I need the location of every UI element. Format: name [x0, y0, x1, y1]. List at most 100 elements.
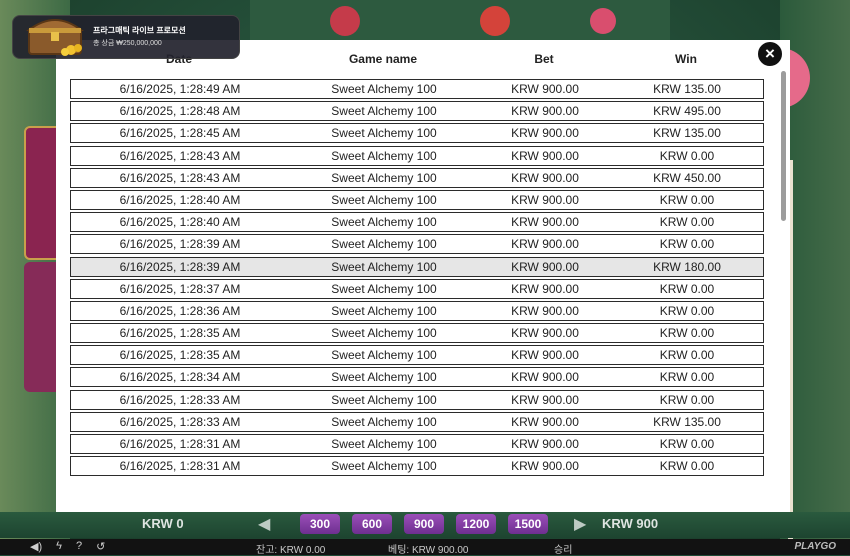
cell-bet: KRW 900.00 [511, 281, 579, 296]
cell-win: KRW 0.00 [659, 459, 715, 474]
cell-date: 6/16/2025, 1:28:45 AM [119, 126, 241, 141]
top-candy-1 [330, 6, 360, 36]
cell-game: Sweet Alchemy 100 [331, 437, 437, 451]
cell-game: Sweet Alchemy 100 [331, 82, 437, 96]
table-row[interactable]: 6/16/2025, 1:28:34 AM Sweet Alchemy 100 KR… [70, 367, 764, 388]
bet-chip-1200[interactable]: 1200 [456, 514, 496, 534]
table-row[interactable]: 6/16/2025, 1:28:35 AM Sweet Alchemy 100 KR… [70, 323, 764, 344]
history-icon[interactable]: ↺ [96, 540, 105, 553]
cell-bet: KRW 900.00 [511, 82, 579, 96]
cell-game: Sweet Alchemy 100 [331, 148, 437, 163]
cell-bet: KRW 900.00 [511, 303, 579, 318]
table-row[interactable]: 6/16/2025, 1:28:45 AM Sweet Alchemy 100 KR… [70, 123, 764, 144]
table-row[interactable]: 6/16/2025, 1:28:40 AM Sweet Alchemy 100 KR… [70, 189, 764, 210]
cell-win: KRW 495.00 [653, 104, 721, 119]
cell-bet: KRW 900.00 [511, 215, 579, 230]
table-row[interactable]: 6/16/2025, 1:28:40 AM Sweet Alchemy 100 KR… [70, 212, 764, 233]
cell-win: KRW 135.00 [653, 82, 721, 96]
cell-game: Sweet Alchemy 100 [331, 104, 437, 119]
table-row[interactable]: 6/16/2025, 1:28:33 AM Sweet Alchemy 100 KR… [70, 411, 764, 432]
cell-bet: KRW 900.00 [511, 437, 579, 451]
cell-bet: KRW 900.00 [511, 348, 579, 363]
cell-date: 6/16/2025, 1:28:39 AM [119, 237, 241, 252]
cell-bet: KRW 900.00 [511, 126, 579, 141]
provider-logo: PLAYGO [794, 541, 836, 552]
cell-bet: KRW 900.00 [511, 192, 579, 207]
header-game: Game name [348, 52, 418, 66]
cell-date: 6/16/2025, 1:28:31 AM [119, 459, 241, 474]
cell-bet: KRW 900.00 [511, 392, 579, 407]
cell-date: 6/16/2025, 1:28:37 AM [119, 281, 241, 296]
bet-chip-600[interactable]: 600 [352, 514, 392, 534]
cell-win: KRW 135.00 [653, 126, 721, 141]
lightning-icon[interactable]: ϟ [56, 540, 62, 553]
table-row[interactable]: 6/16/2025, 1:28:39 AM Sweet Alchemy 100 KR… [70, 256, 764, 277]
cell-bet: KRW 900.00 [511, 459, 579, 474]
cell-game: Sweet Alchemy 100 [331, 414, 437, 429]
bet-chip-300[interactable]: 300 [300, 514, 340, 534]
treasure-chest-icon [26, 19, 84, 56]
cell-date: 6/16/2025, 1:28:40 AM [119, 192, 241, 207]
cell-date: 6/16/2025, 1:28:48 AM [119, 104, 241, 119]
cell-bet: KRW 900.00 [511, 104, 579, 119]
cell-game: Sweet Alchemy 100 [331, 215, 437, 230]
cell-game: Sweet Alchemy 100 [331, 326, 437, 341]
cell-game: Sweet Alchemy 100 [331, 392, 437, 407]
close-icon: × [765, 44, 775, 63]
table-row[interactable]: 6/16/2025, 1:28:31 AM Sweet Alchemy 100 KR… [70, 434, 764, 454]
cell-win: KRW 0.00 [659, 437, 715, 451]
cell-date: 6/16/2025, 1:28:34 AM [119, 370, 241, 385]
bet-chip-1500[interactable]: 1500 [508, 514, 548, 534]
cell-date: 6/16/2025, 1:28:40 AM [119, 215, 241, 230]
top-candy-2 [480, 6, 510, 36]
history-rows: 6/16/2025, 1:28:49 AM Sweet Alchemy 100 KR… [70, 79, 764, 478]
cell-game: Sweet Alchemy 100 [331, 192, 437, 207]
promo-prize: 총 상금 ₩250,000,000 [93, 40, 162, 47]
cell-game: Sweet Alchemy 100 [331, 459, 437, 474]
table-row[interactable]: 6/16/2025, 1:28:43 AM Sweet Alchemy 100 KR… [70, 145, 764, 166]
cell-bet: KRW 900.00 [511, 170, 579, 185]
cell-win: KRW 0.00 [659, 281, 715, 296]
cell-game: Sweet Alchemy 100 [331, 237, 437, 252]
table-row[interactable]: 6/16/2025, 1:28:49 AM Sweet Alchemy 100 KR… [70, 79, 764, 99]
cell-game: Sweet Alchemy 100 [331, 348, 437, 363]
close-button[interactable]: × [756, 40, 784, 68]
table-row[interactable]: 6/16/2025, 1:28:31 AM Sweet Alchemy 100 KR… [70, 456, 764, 477]
cell-date: 6/16/2025, 1:28:33 AM [119, 414, 241, 429]
cell-win: KRW 0.00 [659, 192, 715, 207]
promo-title: 프라그매틱 라이브 프로모션 [93, 26, 186, 35]
chip-left-arrow-icon[interactable]: ◀ [258, 514, 270, 534]
table-row[interactable]: 6/16/2025, 1:28:39 AM Sweet Alchemy 100 KR… [70, 234, 764, 255]
cell-game: Sweet Alchemy 100 [331, 170, 437, 185]
cell-date: 6/16/2025, 1:28:39 AM [119, 259, 241, 274]
cell-win: KRW 0.00 [659, 215, 715, 230]
table-row[interactable]: 6/16/2025, 1:28:43 AM Sweet Alchemy 100 KR… [70, 167, 764, 188]
table-row[interactable]: 6/16/2025, 1:28:33 AM Sweet Alchemy 100 KR… [70, 389, 764, 410]
cell-win: KRW 0.00 [659, 392, 715, 407]
cell-bet: KRW 900.00 [511, 370, 579, 385]
question-icon[interactable]: ? [76, 540, 82, 553]
cell-bet: KRW 900.00 [511, 326, 579, 341]
table-row[interactable]: 6/16/2025, 1:28:37 AM Sweet Alchemy 100 KR… [70, 278, 764, 299]
cell-win: KRW 0.00 [659, 148, 715, 163]
top-candy-3 [590, 8, 616, 34]
cell-game: Sweet Alchemy 100 [331, 126, 437, 141]
cell-win: KRW 0.00 [659, 348, 715, 363]
table-row[interactable]: 6/16/2025, 1:28:35 AM Sweet Alchemy 100 KR… [70, 345, 764, 366]
table-row[interactable]: 6/16/2025, 1:28:48 AM Sweet Alchemy 100 KR… [70, 101, 764, 122]
cell-date: 6/16/2025, 1:28:35 AM [119, 326, 241, 341]
header-win: Win [675, 52, 697, 66]
cell-win: KRW 0.00 [659, 303, 715, 318]
bet-text: 베팅: KRW 900.00 [388, 545, 469, 556]
cell-win: KRW 135.00 [653, 414, 721, 429]
chip-right-arrow-icon[interactable]: ▶ [574, 514, 586, 534]
promotion-toast[interactable]: 프라그매틱 라이브 프로모션 총 상금 ₩250,000,000 [12, 15, 240, 59]
bet-chip-900[interactable]: 900 [404, 514, 444, 534]
cell-win: KRW 0.00 [659, 370, 715, 385]
table-row[interactable]: 6/16/2025, 1:28:36 AM Sweet Alchemy 100 KR… [70, 300, 764, 321]
scrollbar-thumb[interactable] [781, 71, 786, 221]
cell-date: 6/16/2025, 1:28:43 AM [119, 148, 241, 163]
cell-game: Sweet Alchemy 100 [331, 281, 437, 296]
speaker-icon[interactable]: ◀) [30, 540, 42, 553]
cell-date: 6/16/2025, 1:28:49 AM [119, 82, 241, 96]
